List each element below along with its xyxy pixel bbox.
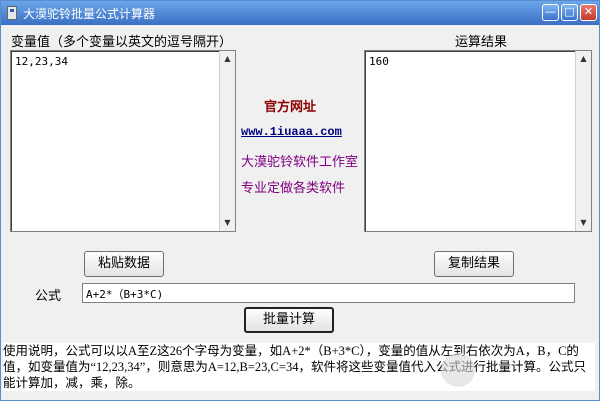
site-url-link[interactable]: www.1iuaaa.com <box>241 125 342 139</box>
app-window: 大漠驼铃批量公式计算器 — □ ✕ 变量值（多个变量以英文的逗号隔开） 12,2… <box>0 0 600 401</box>
results-value: 160 <box>369 55 389 68</box>
calculator-icon <box>7 6 17 20</box>
results-label: 运算结果 <box>455 35 508 50</box>
copy-result-button[interactable]: 复制结果 <box>434 251 514 277</box>
title-bar[interactable]: 大漠驼铃批量公式计算器 — □ ✕ <box>1 1 599 25</box>
results-textarea[interactable]: 160 ▲ ▼ <box>364 50 592 232</box>
minimize-button[interactable]: — <box>542 4 559 21</box>
variables-label: 变量值（多个变量以英文的逗号隔开） <box>11 35 233 50</box>
variables-textarea[interactable]: 12,23,34 ▲ ▼ <box>10 50 236 232</box>
tagline: 专业定做各类软件 <box>241 181 346 196</box>
scroll-down-icon[interactable]: ▼ <box>576 215 591 231</box>
variables-value: 12,23,34 <box>15 55 68 68</box>
help-text: 使用说明，公式可以以A至Z这26个字母为变量，如A+2*（B+3*C），变量的值… <box>3 343 595 391</box>
watermark-logo <box>441 353 475 387</box>
scroll-up-icon[interactable]: ▲ <box>220 51 235 67</box>
close-button[interactable]: ✕ <box>580 4 597 21</box>
formula-value: A+2*（B+3*C) <box>86 288 164 301</box>
maximize-button[interactable]: □ <box>561 4 578 21</box>
studio-name: 大漠驼铃软件工作室 <box>241 155 359 170</box>
results-scrollbar[interactable]: ▲ ▼ <box>575 51 591 231</box>
scroll-up-icon[interactable]: ▲ <box>576 51 591 67</box>
paste-data-button[interactable]: 粘贴数据 <box>84 251 164 277</box>
window-title: 大漠驼铃批量公式计算器 <box>23 7 156 21</box>
batch-calculate-button[interactable]: 批量计算 <box>244 307 334 333</box>
official-site-label: 官方网址 <box>264 100 317 115</box>
formula-input[interactable]: A+2*（B+3*C) <box>82 283 575 303</box>
variables-scrollbar[interactable]: ▲ ▼ <box>219 51 235 231</box>
scroll-down-icon[interactable]: ▼ <box>220 215 235 231</box>
formula-label: 公式 <box>35 289 62 304</box>
